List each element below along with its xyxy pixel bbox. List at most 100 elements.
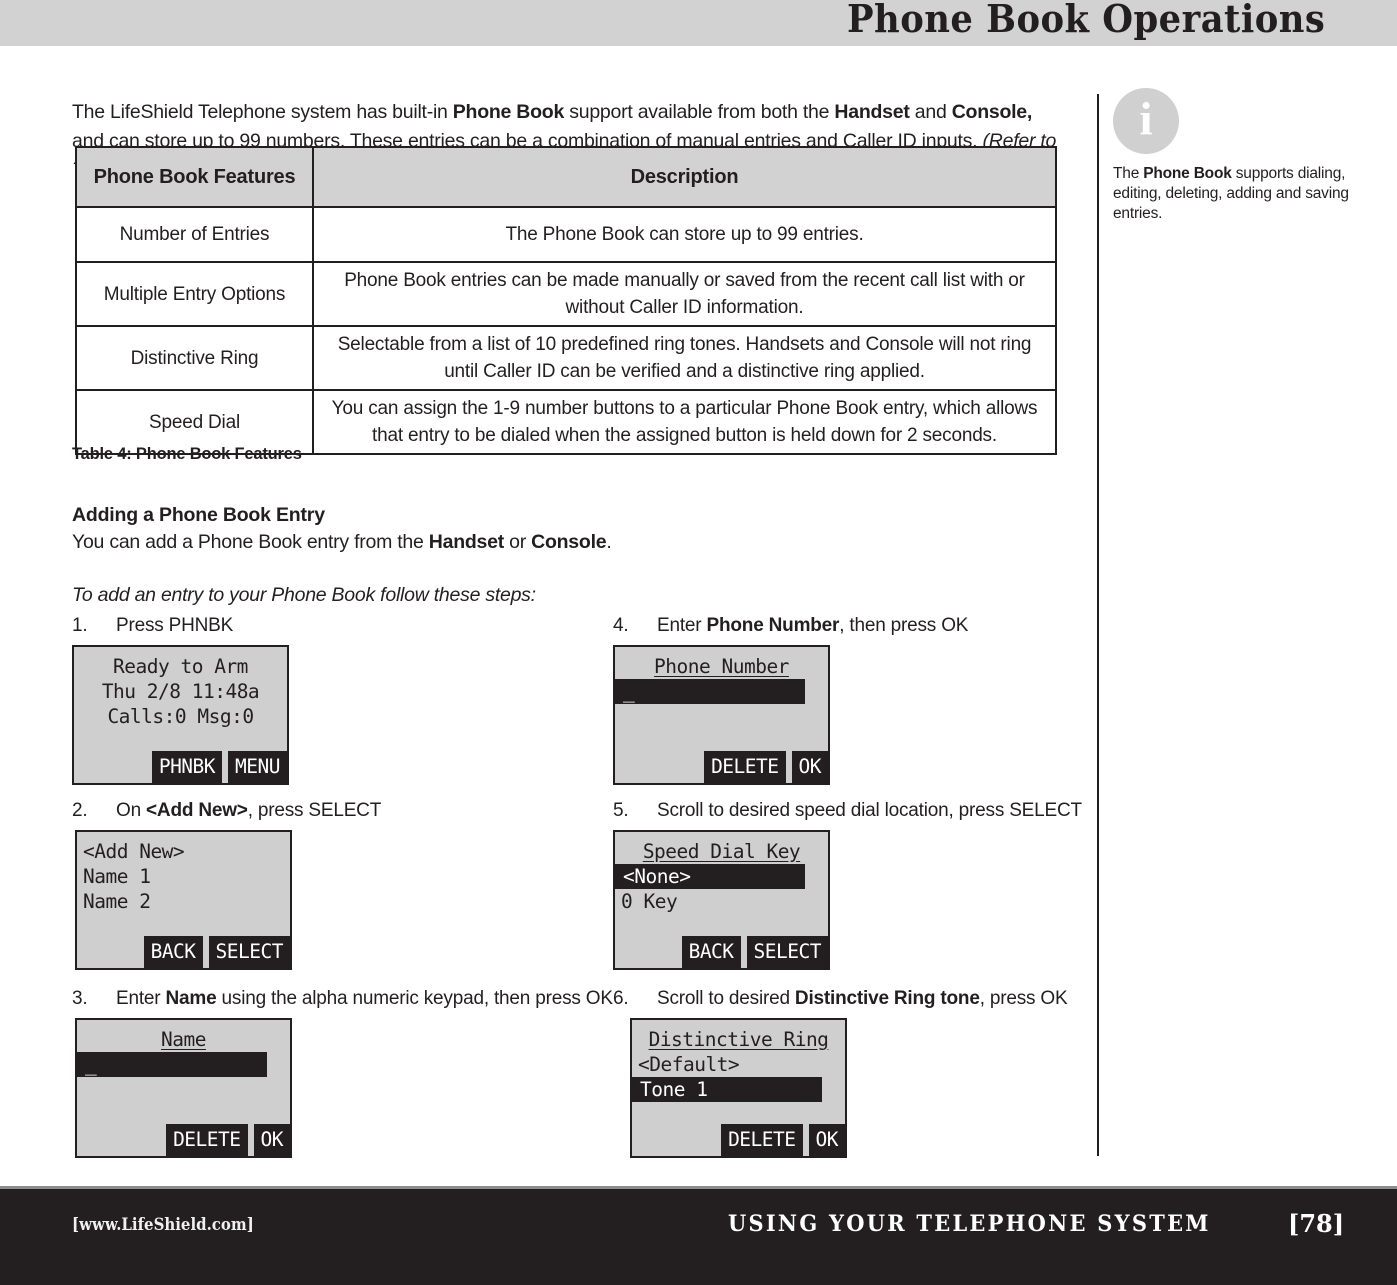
step-1-softkeys: PHNBK MENU [74,751,287,783]
step-3: 3. Enter Name using the alpha numeric key… [58,988,613,1158]
intro-bold-phone-book: Phone Book [452,100,565,123]
table-cell-feature: Distinctive Ring [75,325,314,391]
table-row: Multiple Entry Options Phone Book entrie… [75,261,1057,327]
lcd-selected-item[interactable]: Tone 1 [632,1077,822,1102]
step-6-lcd-lines: Distinctive Ring <Default> Tone 1 [632,1027,845,1102]
table-caption: Table 4: Phone Book Features [72,445,302,463]
info-callout-text: The Phone Book supports dialing, editing… [1113,164,1353,224]
table-header-features: Phone Book Features [75,146,314,208]
step-3-text-2: using the alpha numeric keypad, then pre… [216,988,613,1009]
info-text-1: The [1113,165,1144,182]
info-icon: i [1113,88,1179,154]
lcd-selected-item[interactable]: <None> [615,864,805,889]
table-cell-description: The Phone Book can store up to 99 entrie… [312,206,1057,263]
footer-section-title: USING YOUR TELEPHONE SYSTEM [728,1211,1211,1237]
step-2-lcd-screen: <Add New> Name 1 Name 2 BACK SELECT [75,830,292,970]
lcd-title: Speed Dial Key [642,840,801,863]
step-3-bold: Name [165,988,217,1009]
table-row: Number of Entries The Phone Book can sto… [75,206,1057,263]
phone-book-features-table: Phone Book Features Description Number o… [75,146,1057,455]
info-icon-glyph: i [1139,93,1153,146]
lcd-line: <Add New> [83,840,185,863]
table-cell-description: Phone Book entries can be made manually … [312,261,1057,327]
intro-text-3: and [909,100,952,123]
lcd-input-field[interactable]: _ [615,679,805,704]
steps-intro-text-1: To add an entry to your [72,584,272,606]
softkey-ok[interactable]: OK [808,1124,845,1156]
lcd-line[interactable]: <Default> [632,1052,845,1077]
table-cell-description: You can assign the 1-9 number buttons to… [312,389,1057,455]
step-5: 5. Scroll to desired speed dial location,… [613,800,1082,970]
lcd-line[interactable]: 0 Key [615,889,828,914]
step-5-lcd-lines: Speed Dial Key <None> 0 Key [615,839,828,914]
step-2-bold: <Add New> [146,800,248,821]
lead-text-1: You can add a Phone Book entry from the [72,531,429,553]
intro-text-2: support available from both the [564,100,835,123]
step-2-text-2: , press SELECT [247,800,382,821]
softkey-back[interactable]: BACK [681,936,741,968]
step-3-label: 3. Enter Name using the alpha numeric key… [72,988,613,1010]
step-5-label: 5. Scroll to desired speed dial location,… [613,800,1082,822]
step-1-text-1: Press PHNBK [116,615,234,636]
page-header-band: Phone Book Operations [0,0,1397,46]
step-3-number: 3. [72,988,88,1009]
step-6-softkeys: DELETE OK [632,1124,845,1156]
lcd-title: Phone Number [654,655,789,678]
intro-bold-handset: Handset [834,100,910,123]
step-2-label: 2. On <Add New>, press SELECT [72,800,381,822]
step-2-text-1: On [116,800,147,821]
info-bold-phone-book: Phone Book [1143,165,1232,182]
step-4-number: 4. [613,615,629,636]
lcd-title: Distinctive Ring [648,1028,829,1051]
adding-entry-section: Adding a Phone Book Entry You can add a … [72,502,772,608]
softkey-select[interactable]: SELECT [208,936,290,968]
softkey-delete[interactable]: DELETE [166,1124,248,1156]
softkey-ok[interactable]: OK [253,1124,290,1156]
softkey-select[interactable]: SELECT [746,936,828,968]
table-cell-feature: Multiple Entry Options [75,261,314,327]
step-4-text-1: Enter [657,615,707,636]
lcd-line: Name 1 [83,865,151,888]
step-1: 1. Press PHNBK Ready to Arm Thu 2/8 11:48… [72,615,289,785]
lead-bold-console: Console [531,531,607,553]
step-1-lcd-screen: Ready to Arm Thu 2/8 11:48a Calls:0 Msg:… [72,645,289,785]
table-row: Distinctive Ring Selectable from a list … [75,325,1057,391]
table-header-description: Description [312,146,1057,208]
softkey-delete[interactable]: DELETE [721,1124,803,1156]
step-2-softkeys: BACK SELECT [77,936,290,968]
footer-website-link[interactable]: [www.LifeShield.com] [72,1215,254,1235]
step-3-lcd-screen: Name _ DELETE OK [75,1018,292,1158]
sidebar-divider [1097,94,1099,1156]
section-lead: You can add a Phone Book entry from the … [72,529,772,555]
info-callout: i The Phone Book supports dialing, editi… [1113,88,1353,224]
step-4-lcd-lines: Phone Number _ [615,654,828,704]
step-6-bold: Distinctive Ring tone [794,988,980,1009]
step-4-bold: Phone Number [706,615,840,636]
step-4-softkeys: DELETE OK [615,751,828,783]
section-heading: Adding a Phone Book Entry [72,504,325,526]
softkey-phnbk[interactable]: PHNBK [151,751,223,783]
table-header-row: Phone Book Features Description [75,146,1057,208]
step-6-text-1: Scroll to desired [657,988,795,1009]
softkey-ok[interactable]: OK [791,751,828,783]
intro-text-1: The LifeShield Telephone system has buil… [72,100,453,123]
step-1-number: 1. [72,615,88,636]
lcd-title: Name [161,1028,206,1051]
steps-intro-phone-book: Phone Book [271,584,376,606]
step-1-label: 1. Press PHNBK [72,615,289,637]
step-6: 6. Scroll to desired Distinctive Ring ton… [613,988,1068,1158]
softkey-menu[interactable]: MENU [228,751,287,783]
softkey-delete[interactable]: DELETE [704,751,786,783]
step-6-label: 6. Scroll to desired Distinctive Ring ton… [613,988,1068,1010]
step-5-softkeys: BACK SELECT [615,936,828,968]
step-5-number: 5. [613,800,629,821]
step-5-text-1: Scroll to desired speed dial location, p… [657,800,1082,821]
lcd-input-field[interactable]: _ [77,1052,267,1077]
page-footer: [www.LifeShield.com] USING YOUR TELEPHON… [0,1189,1397,1285]
lcd-line: Thu 2/8 11:48a [101,680,260,703]
step-5-lcd-screen: Speed Dial Key <None> 0 Key BACK SELECT [613,830,830,970]
softkey-back[interactable]: BACK [143,936,203,968]
lcd-line: Calls:0 Msg:0 [107,705,254,728]
step-4-text-2: , then press OK [839,615,969,636]
steps-intro-text-2: follow these steps: [375,584,536,606]
